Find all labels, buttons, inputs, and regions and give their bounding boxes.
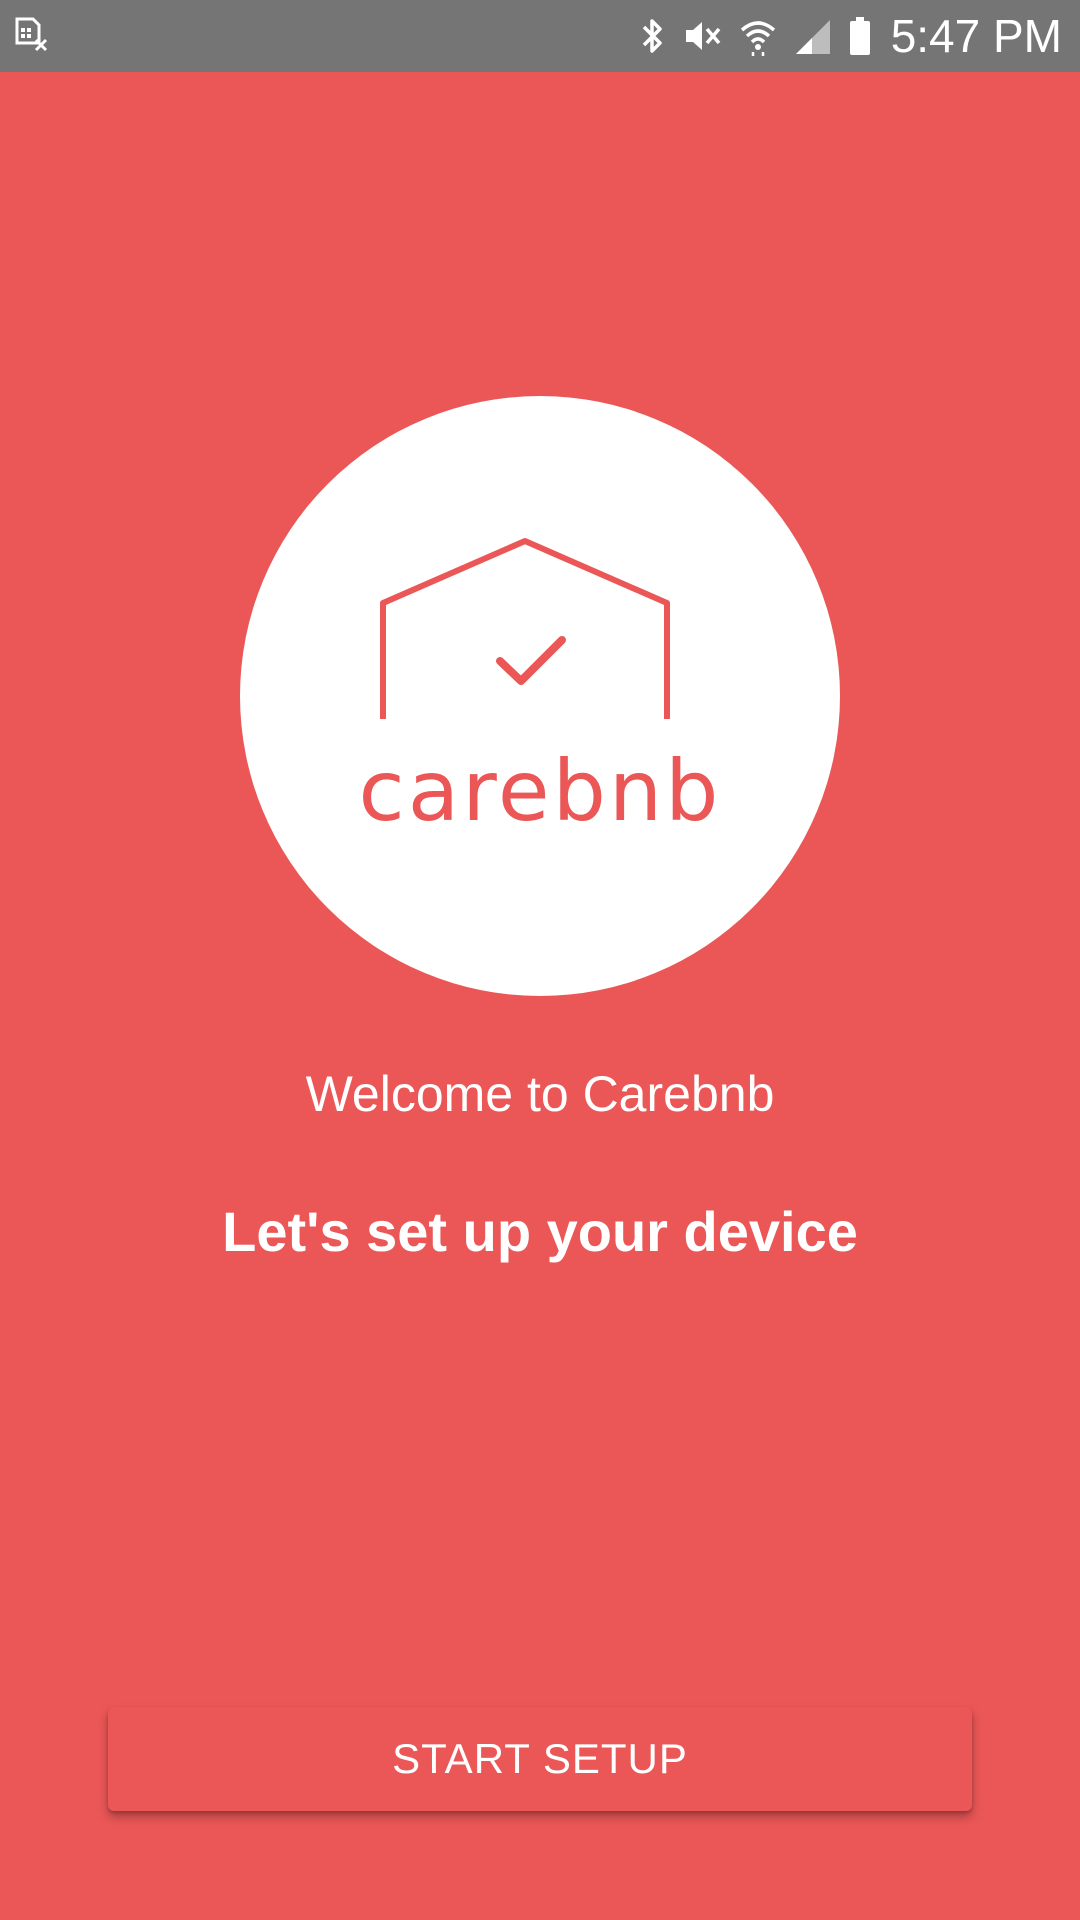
battery-icon <box>848 16 872 56</box>
wifi-icon <box>738 16 778 56</box>
welcome-text: Welcome to Carebnb <box>305 1066 775 1122</box>
logo-text: carebnb <box>358 742 722 840</box>
status-bar: 5:47 PM <box>0 0 1080 72</box>
setup-headline: Let's set up your device <box>222 1200 858 1263</box>
house-check-icon <box>380 538 670 719</box>
mute-icon <box>682 16 722 56</box>
bluetooth-icon <box>640 16 666 56</box>
status-icons <box>640 14 872 58</box>
signal-icon <box>794 16 832 56</box>
status-time: 5:47 PM <box>890 10 1062 62</box>
sim-error-icon <box>14 16 50 56</box>
start-setup-button[interactable]: START SETUP <box>108 1707 972 1811</box>
logo: carebnb <box>240 396 840 996</box>
